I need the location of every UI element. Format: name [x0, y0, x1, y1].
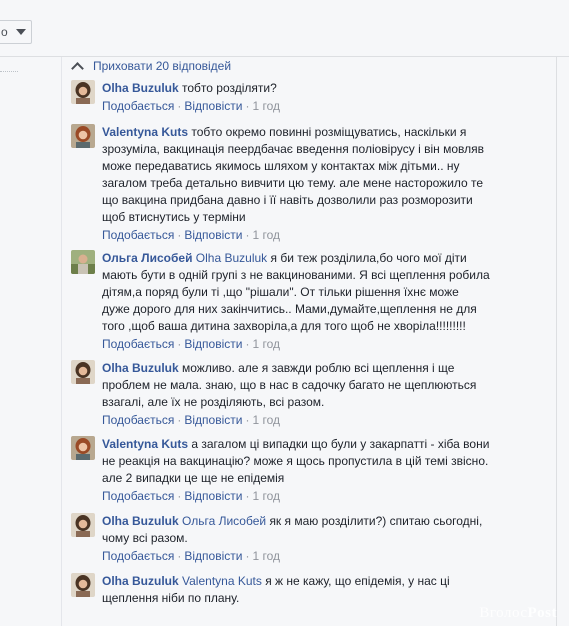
avatar[interactable]	[71, 124, 95, 148]
comment-text: щеплення ніби по плану.	[102, 591, 240, 605]
comment-text: дітям,а поряд були ті ,що "рішали". От т…	[102, 285, 459, 299]
comment-text: не реакція на вакцинацію? може я щось пр…	[102, 454, 489, 468]
chevron-down-icon	[16, 29, 26, 35]
sort-dropdown[interactable]: о	[0, 20, 32, 44]
timestamp[interactable]: 1 год	[252, 413, 280, 427]
comment-meta: Подобається · Відповісти · 1 год	[102, 413, 280, 427]
comment-text: тобто розділяти?	[182, 81, 277, 95]
comment-text: взагалі, але їх не розділяють, всі разом…	[102, 395, 325, 409]
like-link[interactable]: Подобається	[102, 337, 174, 351]
comment-author[interactable]: Olha Buzuluk	[102, 574, 179, 588]
comment-text: зрозуміла, вакцинація пеердбачає введенн…	[102, 142, 484, 156]
divider	[0, 71, 18, 73]
panel-border	[556, 57, 557, 626]
like-link[interactable]: Подобається	[102, 549, 174, 563]
comment-text: я би теж розділила,бо чого мої діти	[270, 251, 467, 265]
timestamp[interactable]: 1 год	[252, 489, 280, 503]
comment-meta: Подобається · Відповісти · 1 год	[102, 337, 280, 351]
timestamp[interactable]: 1 год	[252, 337, 280, 351]
comment-text: але 2 випадки це ще не епідемія	[102, 471, 285, 485]
avatar[interactable]	[71, 436, 95, 460]
like-link[interactable]: Подобається	[102, 99, 174, 113]
thread-line	[61, 57, 62, 626]
chevron-up-icon	[71, 61, 84, 75]
comment-text: тобто окремо повинні розміщуватись, наск…	[191, 125, 467, 139]
comment-author[interactable]: Ольга Лисобей	[102, 251, 192, 265]
comment-author[interactable]: Valentyna Kuts	[102, 437, 188, 451]
avatar[interactable]	[71, 360, 95, 384]
comment-author[interactable]: Olha Buzuluk	[102, 81, 179, 95]
sort-dropdown-value: о	[1, 25, 8, 39]
like-link[interactable]: Подобається	[102, 413, 174, 427]
comment-meta: Подобається · Відповісти · 1 год	[102, 99, 280, 113]
comment-meta: Подобається · Відповісти · 1 год	[102, 549, 280, 563]
reply-link[interactable]: Відповісти	[184, 489, 242, 503]
comment-meta: Подобається · Відповісти · 1 год	[102, 489, 280, 503]
avatar[interactable]	[71, 513, 95, 537]
comment-text: як я маю розділити?) спитаю сьогодні,	[269, 514, 483, 528]
comment-text: того ,щоб ваша дитина захворіла,а для то…	[102, 319, 466, 333]
hide-replies-link[interactable]: Приховати 20 відповідей	[71, 57, 232, 75]
like-link[interactable]: Подобається	[102, 228, 174, 242]
avatar[interactable]	[71, 573, 95, 597]
comment-author[interactable]: Olha Buzuluk	[102, 361, 179, 375]
comment-text: я ж не кажу, що епідемія, у нас ці	[265, 574, 450, 588]
hide-replies-label: Приховати 20 відповідей	[93, 59, 232, 73]
top-bar: о	[0, 0, 569, 57]
comment-author[interactable]: Valentyna Kuts	[102, 125, 188, 139]
comment-text: загалом треба детально вивчити цю тему. …	[102, 176, 484, 190]
avatar[interactable]	[71, 250, 95, 274]
watermark-logo: ВголосPost	[479, 605, 557, 621]
comment-text: може передаватись якимось шляхом у конта…	[102, 159, 460, 173]
comment-author[interactable]: Olha Buzuluk	[102, 514, 179, 528]
comment-text: проблем не мала. знаю, що в нас в садочк…	[102, 378, 477, 392]
comment-text: щоб втиснутись у терміни	[102, 210, 246, 224]
timestamp[interactable]: 1 год	[252, 99, 280, 113]
comment-text: а загалом ці випадки що були у закарпатт…	[191, 437, 490, 451]
mention-tag[interactable]: Ольга Лисобей	[182, 514, 266, 528]
reply-link[interactable]: Відповісти	[184, 549, 242, 563]
reply-link[interactable]: Відповісти	[184, 228, 242, 242]
reply-link[interactable]: Відповісти	[184, 337, 242, 351]
comment-text: чому всі разом.	[102, 531, 188, 545]
reply-link[interactable]: Відповісти	[184, 99, 242, 113]
comment-text: мають бути в одній групі з не вакцинован…	[102, 268, 490, 282]
comment-text: що вакцина придбана давно і її навіть до…	[102, 193, 473, 207]
timestamp[interactable]: 1 год	[252, 549, 280, 563]
mention-tag[interactable]: Olha Buzuluk	[196, 251, 267, 265]
comment-text: дуже дорого для них закінчитись.. Мами,д…	[102, 302, 477, 316]
reply-link[interactable]: Відповісти	[184, 413, 242, 427]
avatar[interactable]	[71, 80, 95, 104]
mention-tag[interactable]: Valentyna Kuts	[182, 574, 262, 588]
like-link[interactable]: Подобається	[102, 489, 174, 503]
timestamp[interactable]: 1 год	[252, 228, 280, 242]
comment-text: можливо. але я завжди роблю всі щеплення…	[182, 361, 455, 375]
comment-meta: Подобається · Відповісти · 1 год	[102, 228, 280, 242]
